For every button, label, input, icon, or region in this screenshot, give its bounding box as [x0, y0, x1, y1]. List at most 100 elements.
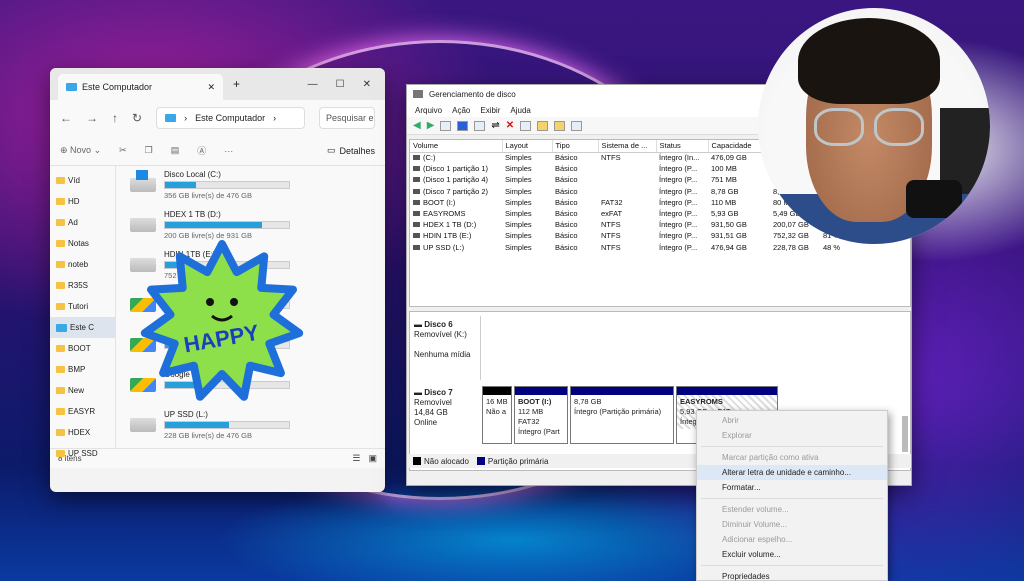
rename-icon[interactable]: Ⓐ [197, 144, 206, 157]
help-icon[interactable] [457, 120, 469, 131]
cell-text: Básico [555, 242, 578, 252]
context-menu-item[interactable]: Propriedades [697, 569, 887, 581]
menu-item[interactable]: Exibir [480, 106, 500, 115]
partition-status: Não a [486, 407, 507, 416]
more-options-icon[interactable]: ··· [224, 146, 233, 156]
volume-icon [413, 188, 420, 194]
sidebar-item[interactable]: noteb [50, 254, 115, 275]
table-cell: 751 MB [708, 174, 770, 185]
sidebar-item[interactable]: Este C [50, 317, 115, 338]
up-arrow-icon[interactable]: ↑ [112, 111, 118, 125]
copy-icon[interactable]: ❐ [145, 145, 153, 156]
drive-free-space: 228 GB livre(s) de 476 GB [164, 431, 252, 440]
sidebar-item[interactable]: New [50, 380, 115, 401]
sidebar-item-label: Notas [68, 239, 89, 248]
drive-item[interactable]: Disco Local (C:) 356 GB livre(s) de 476 G… [130, 170, 385, 210]
list-view-icon[interactable] [474, 120, 486, 131]
column-header[interactable]: Volume [410, 140, 503, 153]
legend-unallocated: Não alocado [413, 457, 469, 466]
sidebar-item[interactable]: BOOT [50, 338, 115, 359]
sidebar-item[interactable]: R35S [50, 275, 115, 296]
column-header[interactable]: Layout [502, 140, 553, 153]
context-menu-item[interactable]: Alterar letra de unidade e caminho... [697, 465, 887, 480]
disk7-label[interactable]: ▬ Disco 7 Removível 14,84 GB Online [414, 388, 453, 428]
tiles-view-icon[interactable]: ▣ [368, 453, 377, 464]
disk7-type: Removível [414, 398, 452, 407]
close-tab-icon[interactable]: ✕ [207, 82, 215, 93]
legend-unallocated-label: Não alocado [424, 456, 469, 466]
sidebar-item[interactable]: UP SSD [50, 443, 115, 464]
column-header[interactable]: Sistema de ... [598, 140, 657, 153]
partition-block[interactable]: 8,78 GB Íntegro (Partição primária) [570, 386, 674, 444]
back-arrow-icon[interactable]: ◀ [413, 120, 421, 131]
address-text: Este Computador [195, 113, 266, 123]
context-menu-item: Marcar partição como ativa [722, 453, 819, 462]
cell-text: Simples [505, 242, 532, 252]
context-menu-item[interactable]: Formatar... [697, 480, 887, 495]
table-cell: BOOT (I:) [410, 197, 502, 208]
close-window-icon[interactable]: ✕ [363, 79, 371, 90]
partition-block[interactable]: 16 MB Não a [482, 386, 512, 444]
search-folder-icon[interactable] [554, 120, 566, 131]
sidebar-item[interactable]: Ad [50, 212, 115, 233]
search-input[interactable]: Pesquisar em Este Computador [319, 107, 375, 129]
table-cell: Básico [552, 208, 598, 219]
table-cell: Íntegro (P... [656, 242, 708, 253]
console-icon[interactable] [440, 120, 452, 131]
sidebar-item[interactable]: HD [50, 191, 115, 212]
sidebar-item[interactable]: Víd [50, 170, 115, 191]
delete-icon[interactable]: ✕ [506, 120, 514, 131]
partition-title: BOOT (I:) [518, 397, 552, 406]
new-tab-icon[interactable]: + [233, 77, 240, 91]
table-cell: Simples [502, 152, 552, 163]
cell-text: exFAT [601, 209, 623, 219]
cell-text: 5,93 GB [711, 209, 739, 219]
maximize-icon[interactable]: ☐ [336, 79, 345, 90]
sidebar-item[interactable]: Tutori [50, 296, 115, 317]
cell-text: Íntegro (P... [659, 175, 698, 185]
sidebar-item[interactable]: EASYR [50, 401, 115, 422]
explorer-tab[interactable]: Este Computador ✕ [58, 74, 223, 100]
sidebar-item[interactable]: HDEX [50, 422, 115, 443]
scrollbar[interactable] [902, 416, 908, 452]
properties-icon[interactable] [571, 120, 583, 131]
minimize-icon[interactable]: — [308, 79, 318, 90]
disk6-label[interactable]: ▬ Disco 6 Removível (K:) Nenhuma mídia [414, 320, 470, 360]
open-folder-icon[interactable] [537, 120, 549, 131]
menu-item[interactable]: Ação [452, 106, 470, 115]
column-header[interactable]: Status [656, 140, 709, 153]
table-cell: Básico [552, 197, 598, 208]
partition-block[interactable]: BOOT (I:) 112 MB FAT32 Íntegro (Part [514, 386, 568, 444]
back-arrow-icon[interactable]: ← [60, 111, 72, 125]
details-button[interactable]: ▭ Detalhes [327, 145, 375, 156]
details-view-icon[interactable]: ☰ [352, 453, 360, 464]
menu-item[interactable]: Ajuda [510, 106, 530, 115]
sidebar-item-label: HD [68, 197, 80, 206]
drive-usage-bar [164, 221, 290, 229]
table-cell: (C:) [410, 152, 502, 163]
connect-icon[interactable]: ⇌ [491, 120, 499, 131]
cell-text: EASYROMS [423, 209, 466, 219]
volume-icon [413, 166, 420, 172]
new-button[interactable]: ⊕ Novo ⌄ [60, 145, 101, 156]
partition-header-bar [571, 387, 673, 395]
menu-item[interactable]: Arquivo [415, 106, 442, 115]
column-header[interactable]: Tipo [552, 140, 599, 153]
table-cell: (Disco 1 partição 1) [410, 163, 502, 174]
cut-icon[interactable]: ✂ [119, 145, 127, 156]
cell-text: Íntegro (P... [659, 209, 698, 219]
sidebar-item-label: UP SSD [68, 449, 98, 458]
sidebar-item[interactable]: BMP [50, 359, 115, 380]
paste-icon[interactable]: ▤ [171, 145, 180, 156]
address-bar[interactable]: › Este Computador › [156, 107, 305, 129]
sidebar-item[interactable]: Notas [50, 233, 115, 254]
volume-icon [413, 177, 420, 183]
context-menu-item[interactable]: Excluir volume... [697, 547, 887, 562]
forward-arrow-icon[interactable]: → [86, 111, 98, 125]
folder-icon [56, 345, 65, 352]
refresh-icon[interactable]: ↻ [132, 111, 142, 125]
forward-arrow-icon[interactable]: ▶ [427, 120, 435, 131]
table-cell: Básico [552, 186, 598, 197]
check-icon[interactable] [520, 120, 532, 131]
drive-item[interactable]: UP SSD (L:) 228 GB livre(s) de 476 GB [130, 410, 385, 448]
